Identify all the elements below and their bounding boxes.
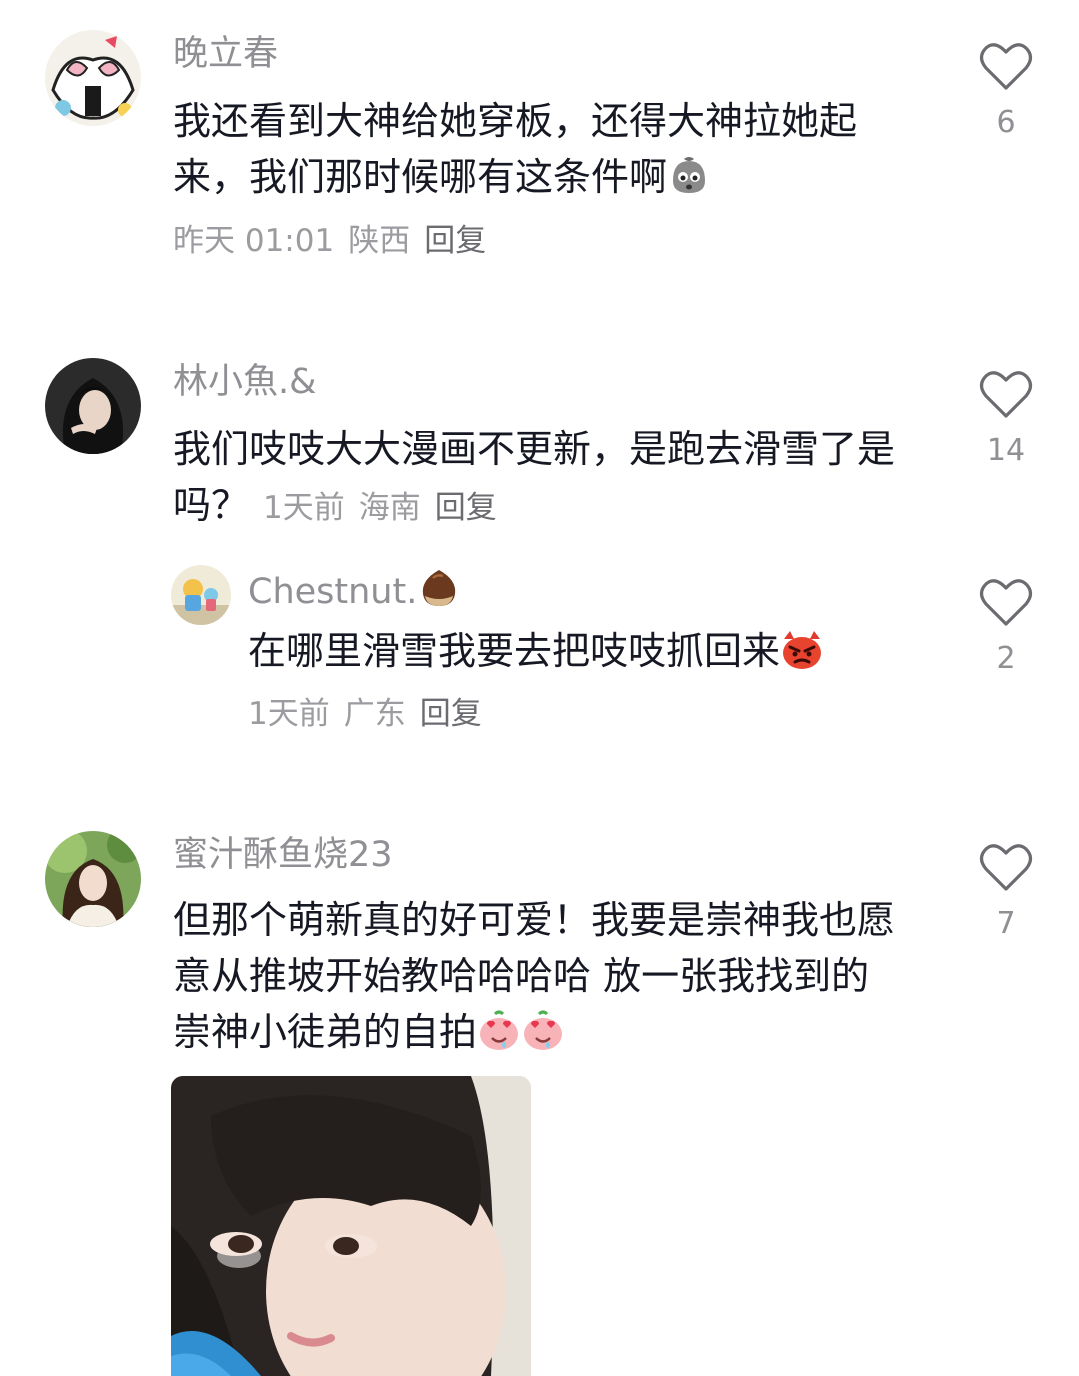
timestamp: 昨天 01:01 bbox=[173, 223, 335, 259]
reply-button[interactable]: 回复 bbox=[420, 696, 482, 732]
heart-icon bbox=[979, 844, 1033, 891]
comment-meta: 昨天 01:01 陕西 回复 bbox=[173, 221, 500, 261]
comment-text: 在哪里滑雪我要去把吱吱抓回来 bbox=[248, 623, 928, 679]
location: 广东 bbox=[343, 696, 406, 732]
like-count: 7 bbox=[996, 906, 1016, 941]
avatar[interactable] bbox=[45, 831, 141, 927]
comment-image[interactable] bbox=[171, 1076, 531, 1376]
comment-text: 我们吱吱大大漫画不更新，是跑去滑雪了是吗？ 1天前 海南 回复 bbox=[173, 421, 903, 536]
like-button[interactable]: 7 bbox=[961, 843, 1051, 943]
comment-meta: 1天前 海南 回复 bbox=[263, 490, 511, 526]
heart-icon bbox=[979, 579, 1033, 626]
location: 海南 bbox=[358, 490, 421, 526]
username-text: Chestnut. bbox=[248, 572, 418, 612]
chestnut-emoji-icon bbox=[417, 566, 461, 610]
comment-text: 但那个萌新真的好可爱！我要是崇神我也愿意从推坡开始教哈哈哈哈 放一张我找到的崇神… bbox=[173, 892, 903, 1060]
location: 陕西 bbox=[348, 223, 411, 259]
like-button[interactable]: 2 bbox=[961, 578, 1051, 678]
timestamp: 1天前 bbox=[248, 696, 330, 732]
avatar[interactable] bbox=[45, 358, 141, 454]
heart-icon bbox=[979, 371, 1033, 418]
reply-button[interactable]: 回复 bbox=[424, 223, 486, 259]
comment-body: 我还看到大神给她穿板，还得大神拉她起来，我们那时候哪有这条件啊 bbox=[173, 99, 858, 199]
like-button[interactable]: 6 bbox=[961, 42, 1051, 142]
timestamp: 1天前 bbox=[263, 490, 345, 526]
avatar[interactable] bbox=[45, 30, 141, 126]
comment-text: 我还看到大神给她穿板，还得大神拉她起来，我们那时候哪有这条件啊 bbox=[173, 93, 903, 205]
heart-icon bbox=[979, 43, 1033, 90]
username[interactable]: Chestnut. bbox=[248, 566, 461, 614]
like-count: 2 bbox=[996, 641, 1016, 676]
username[interactable]: 蜜汁酥鱼烧23 bbox=[173, 833, 393, 877]
worried-face-emoji-icon bbox=[667, 153, 711, 197]
heart-eyes-emoji-icon bbox=[521, 1008, 565, 1052]
comment-body: 在哪里滑雪我要去把吱吱抓回来 bbox=[248, 629, 781, 673]
avatar[interactable] bbox=[171, 565, 231, 625]
like-count: 6 bbox=[996, 105, 1016, 140]
like-button[interactable]: 14 bbox=[961, 370, 1051, 470]
reply-button[interactable]: 回复 bbox=[435, 490, 497, 526]
username[interactable]: 林小魚.& bbox=[173, 360, 316, 404]
selfie-photo bbox=[171, 1076, 531, 1376]
comment-meta: 1天前 广东 回复 bbox=[248, 694, 496, 734]
like-count: 14 bbox=[986, 433, 1026, 468]
angry-face-emoji-icon bbox=[780, 627, 824, 671]
username[interactable]: 晚立春 bbox=[173, 32, 278, 76]
heart-eyes-emoji-icon bbox=[477, 1008, 521, 1052]
